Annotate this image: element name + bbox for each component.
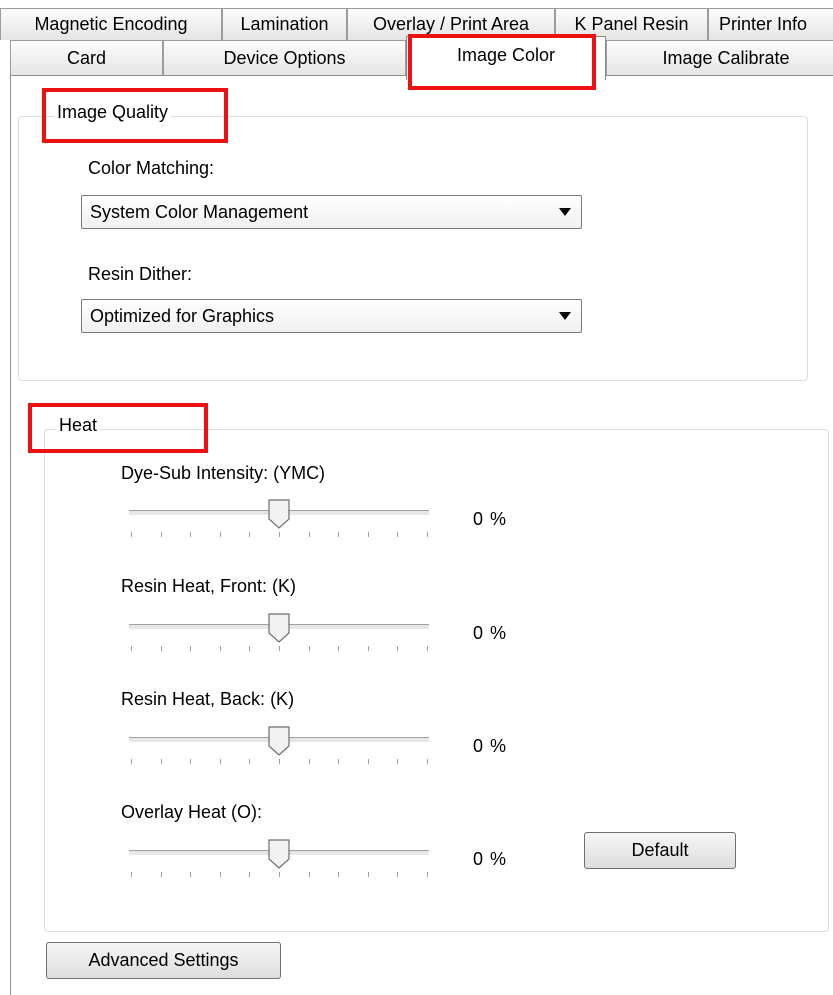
- slider-tick: [367, 759, 369, 764]
- color-matching-dropdown[interactable]: System Color Management: [81, 195, 582, 229]
- slider-tick: [308, 759, 310, 764]
- slider-tick: [397, 872, 399, 877]
- dye-sub-intensity-slider[interactable]: [129, 499, 429, 539]
- tab-card[interactable]: Card: [10, 40, 163, 76]
- tab-page-image-color: Image Quality Color Matching: System Col…: [10, 75, 833, 995]
- slider-tick: [131, 532, 132, 537]
- slider-tick: [219, 872, 221, 877]
- slider-thumb-icon[interactable]: [268, 839, 290, 869]
- slider-tick: [308, 646, 310, 651]
- tab-lamination[interactable]: Lamination: [222, 8, 347, 40]
- slider-ticks: [131, 872, 428, 877]
- slider-tick: [367, 532, 369, 537]
- tab-magnetic-encoding[interactable]: Magnetic Encoding: [0, 8, 222, 40]
- advanced-settings-button[interactable]: Advanced Settings: [46, 942, 281, 979]
- slider-tick: [219, 532, 221, 537]
- slider-tick: [131, 646, 132, 651]
- tab-strip: Magnetic Encoding Lamination Overlay / P…: [0, 0, 833, 80]
- slider-tick: [367, 646, 369, 651]
- slider-tick: [249, 532, 251, 537]
- tab-printer-info[interactable]: Printer Info: [708, 8, 833, 40]
- slider-tick: [397, 532, 399, 537]
- tab-image-calibrate[interactable]: Image Calibrate: [606, 40, 833, 76]
- color-matching-label: Color Matching:: [88, 158, 215, 178]
- slider-tick: [249, 872, 251, 877]
- slider-tick: [427, 646, 428, 651]
- resin-heat-front-label: Resin Heat, Front: (K): [121, 576, 297, 596]
- dropdown-arrow-icon: [559, 312, 571, 320]
- slider-ticks: [131, 646, 428, 651]
- resin-dither-label: Resin Dither:: [88, 264, 193, 284]
- resin-heat-front-value: 0 %: [473, 623, 508, 643]
- overlay-heat-slider[interactable]: [129, 839, 429, 879]
- slider-tick: [279, 759, 280, 764]
- slider-tick: [190, 532, 192, 537]
- slider-tick: [219, 759, 221, 764]
- dye-sub-intensity-value: 0 %: [473, 509, 508, 529]
- slider-tick: [131, 759, 132, 764]
- slider-tick: [427, 532, 428, 537]
- resin-heat-front-slider[interactable]: [129, 613, 429, 653]
- resin-heat-back-slider[interactable]: [129, 726, 429, 766]
- heat-title: Heat: [56, 415, 101, 436]
- slider-tick: [308, 872, 310, 877]
- overlay-heat-value: 0 %: [473, 849, 508, 869]
- slider-tick: [338, 532, 340, 537]
- slider-tick: [131, 872, 132, 877]
- overlay-heat-label: Overlay Heat (O):: [121, 802, 263, 822]
- dropdown-arrow-icon: [559, 208, 571, 216]
- default-button[interactable]: Default: [584, 832, 736, 869]
- slider-thumb-icon[interactable]: [268, 726, 290, 756]
- slider-thumb-icon[interactable]: [268, 499, 290, 529]
- slider-ticks: [131, 759, 428, 764]
- slider-thumb-icon[interactable]: [268, 613, 290, 643]
- slider-tick: [367, 872, 369, 877]
- resin-dither-value: Optimized for Graphics: [90, 305, 275, 326]
- slider-tick: [427, 872, 428, 877]
- slider-tick: [190, 646, 192, 651]
- slider-ticks: [131, 532, 428, 537]
- slider-tick: [397, 646, 399, 651]
- slider-tick: [160, 646, 162, 651]
- slider-tick: [160, 759, 162, 764]
- slider-tick: [160, 872, 162, 877]
- image-quality-group: [18, 116, 808, 381]
- slider-tick: [190, 872, 192, 877]
- slider-tick: [279, 532, 280, 537]
- slider-tick: [160, 532, 162, 537]
- slider-tick: [427, 759, 428, 764]
- tab-device-options[interactable]: Device Options: [163, 40, 406, 76]
- tab-image-color[interactable]: Image Color: [406, 36, 606, 80]
- slider-tick: [338, 646, 340, 651]
- slider-tick: [338, 872, 340, 877]
- slider-tick: [190, 759, 192, 764]
- slider-tick: [279, 646, 280, 651]
- slider-tick: [308, 532, 310, 537]
- image-quality-title: Image Quality: [54, 102, 172, 123]
- dye-sub-intensity-label: Dye-Sub Intensity: (YMC): [121, 463, 326, 483]
- resin-heat-back-label: Resin Heat, Back: (K): [121, 689, 295, 709]
- slider-tick: [219, 646, 221, 651]
- slider-tick: [249, 646, 251, 651]
- slider-tick: [279, 872, 280, 877]
- resin-heat-back-value: 0 %: [473, 736, 508, 756]
- slider-tick: [338, 759, 340, 764]
- slider-tick: [397, 759, 399, 764]
- color-matching-value: System Color Management: [90, 201, 309, 222]
- resin-dither-dropdown[interactable]: Optimized for Graphics: [81, 299, 582, 333]
- slider-tick: [249, 759, 251, 764]
